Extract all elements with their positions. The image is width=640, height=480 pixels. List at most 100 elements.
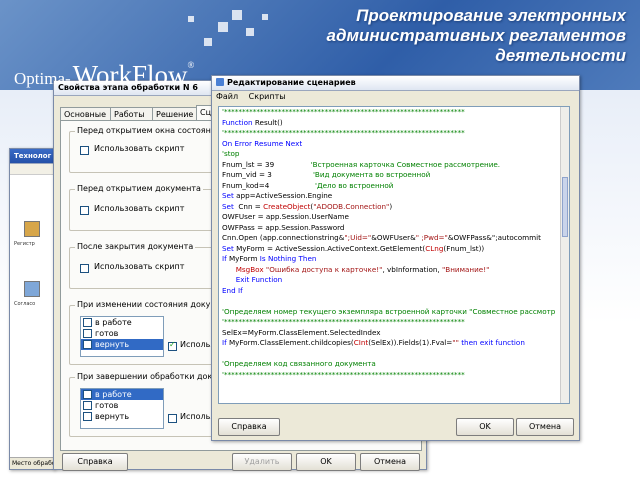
item-checkbox[interactable] [83, 318, 92, 327]
list-item-label: вернуть [95, 412, 130, 421]
slide-title: Проектирование электронных административ… [296, 6, 626, 66]
code-editor[interactable]: '***************************************… [218, 106, 570, 404]
technologist-window[interactable]: Технолог Регистр Согласо Место обрабо [9, 148, 55, 470]
decor-square [232, 10, 242, 20]
decor-square [262, 14, 268, 20]
menu-bar: Файл Скрипты [212, 91, 579, 103]
menu-file[interactable]: Файл [216, 92, 238, 101]
code-line[interactable]: 'Определяем код связанного документа [222, 359, 567, 370]
code-line[interactable]: Fnum_lst = 39 'Встроенная карточка Совме… [222, 160, 567, 171]
code-line[interactable]: '***************************************… [222, 370, 567, 381]
decor-square [204, 38, 212, 46]
code-line[interactable]: Function Result() [222, 118, 567, 129]
status-bar: Место обрабо [10, 457, 54, 469]
ok-button[interactable]: OK [456, 418, 514, 436]
menu-scripts[interactable]: Скрипты [249, 92, 286, 101]
item-checkbox[interactable] [83, 412, 92, 421]
slide-title-line: деятельности [495, 46, 626, 65]
item-checkbox[interactable] [83, 329, 92, 338]
decor-square [246, 28, 254, 36]
window-title: Редактирование сценариев [212, 76, 579, 91]
diagram-node-label[interactable]: Согласо [14, 301, 35, 307]
vertical-scrollbar[interactable] [560, 107, 569, 403]
code-line[interactable] [222, 349, 567, 360]
code-line[interactable]: Set app=ActiveSession.Engine [222, 191, 567, 202]
toolbar [10, 164, 54, 175]
app-icon [216, 78, 224, 86]
checkbox-label: Использовать скрипт [94, 144, 185, 153]
state-list[interactable]: в работе готов вернуть [80, 316, 164, 357]
list-item[interactable]: вернуть [81, 411, 163, 422]
code-line[interactable]: If MyForm.ClassElement.childcopies(CInt(… [222, 338, 567, 349]
scrollbar-thumb[interactable] [562, 177, 568, 237]
window-title: Технолог [10, 149, 54, 164]
tab-decision[interactable]: Решение [152, 107, 202, 121]
help-button[interactable]: Справка [218, 418, 280, 436]
group-label: После закрытия документа [75, 242, 196, 251]
group-label: При изменении состояния докумен [75, 300, 229, 309]
logo-prefix: Optima- [14, 69, 71, 88]
code-line[interactable]: Set MyForm = ActiveSession.ActiveContext… [222, 244, 567, 255]
code-line[interactable]: Set Cnn = CreateObject("ADODB.Connection… [222, 202, 567, 213]
cancel-button[interactable]: Отмена [516, 418, 574, 436]
item-checkbox[interactable] [83, 340, 92, 349]
decor-square [188, 16, 194, 22]
logo-brand: WorkFlow [72, 60, 188, 90]
help-button[interactable]: Справка [62, 453, 128, 471]
diagram-node-label[interactable]: Регистр [14, 241, 35, 247]
list-item-label: вернуть [95, 340, 130, 349]
cancel-button[interactable]: Отмена [360, 453, 420, 471]
code-line[interactable] [222, 296, 567, 307]
ok-button[interactable]: OK [296, 453, 356, 471]
group-label: Перед открытием документа [75, 184, 203, 193]
list-item-label: в работе [95, 318, 132, 327]
code-line[interactable]: OWFUser = app.Session.UserName [222, 212, 567, 223]
code-line[interactable]: Cnn.Open (app.connectionstring&";Uid="&O… [222, 233, 567, 244]
delete-button[interactable]: Удалить [232, 453, 292, 471]
code-line[interactable]: SelEx=MyForm.ClassElement.SelectedIndex [222, 328, 567, 339]
slide-title-line: административных регламентов [326, 26, 626, 45]
window-title-text: Редактирование сценариев [227, 78, 356, 87]
checkbox-label: Использовать скрипт [94, 262, 185, 271]
code-line[interactable]: End If [222, 286, 567, 297]
list-item[interactable]: в работе [81, 317, 163, 328]
use-script-checkbox[interactable] [80, 264, 89, 273]
item-checkbox[interactable] [83, 401, 92, 410]
list-item-label: в работе [95, 390, 132, 399]
group-label: Перед открытием окна состояния д [75, 126, 231, 135]
tab-general[interactable]: Основные [60, 107, 116, 121]
list-item[interactable]: готов [81, 328, 163, 339]
list-item[interactable]: в работе [81, 389, 163, 400]
code-line[interactable] [222, 391, 567, 402]
list-item[interactable]: вернуть [81, 339, 163, 350]
code-text[interactable]: '***************************************… [222, 107, 567, 401]
code-line[interactable]: 'stop [222, 149, 567, 160]
code-line[interactable]: '***************************************… [222, 128, 567, 139]
checkbox-label: Использовать скрипт [94, 204, 185, 213]
code-line[interactable]: '***************************************… [222, 107, 567, 118]
use-script-checkbox[interactable] [168, 340, 177, 351]
script-editor-window[interactable]: Редактирование сценариев Файл Скрипты '*… [211, 75, 580, 441]
diagram-node-icon[interactable] [24, 281, 40, 297]
code-line[interactable]: 'Определяем номер текущего экземпляра вс… [222, 307, 567, 318]
tab-works[interactable]: Работы [110, 107, 158, 121]
code-line[interactable]: '***************************************… [222, 317, 567, 328]
code-line[interactable]: If MyForm Is Nothing Then [222, 254, 567, 265]
diagram-node-icon[interactable] [24, 221, 40, 237]
code-line[interactable] [222, 380, 567, 391]
code-line[interactable]: OWFPass = app.Session.Password [222, 223, 567, 234]
use-script-checkbox[interactable] [80, 206, 89, 215]
use-script-checkbox[interactable] [168, 414, 177, 423]
list-item-label: готов [95, 401, 119, 410]
code-line[interactable]: On Error Resume Next [222, 139, 567, 150]
optima-workflow-logo: Optima-WorkFlow® [14, 60, 194, 91]
list-item[interactable]: готов [81, 400, 163, 411]
code-line[interactable]: Exit Function [222, 275, 567, 286]
state-list[interactable]: в работе готов вернуть [80, 388, 164, 429]
code-line[interactable]: MsgBox "Ошибка доступа к карточке!", vbI… [222, 265, 567, 276]
item-checkbox[interactable] [83, 390, 92, 399]
use-script-checkbox[interactable] [80, 146, 89, 155]
code-line[interactable]: Fnum_kod=4 'Дело во встроенной [222, 181, 567, 192]
code-line[interactable]: Fnum_vid = 3 'Вид документа во встроенно… [222, 170, 567, 181]
slide-title-line: Проектирование электронных [356, 6, 626, 25]
